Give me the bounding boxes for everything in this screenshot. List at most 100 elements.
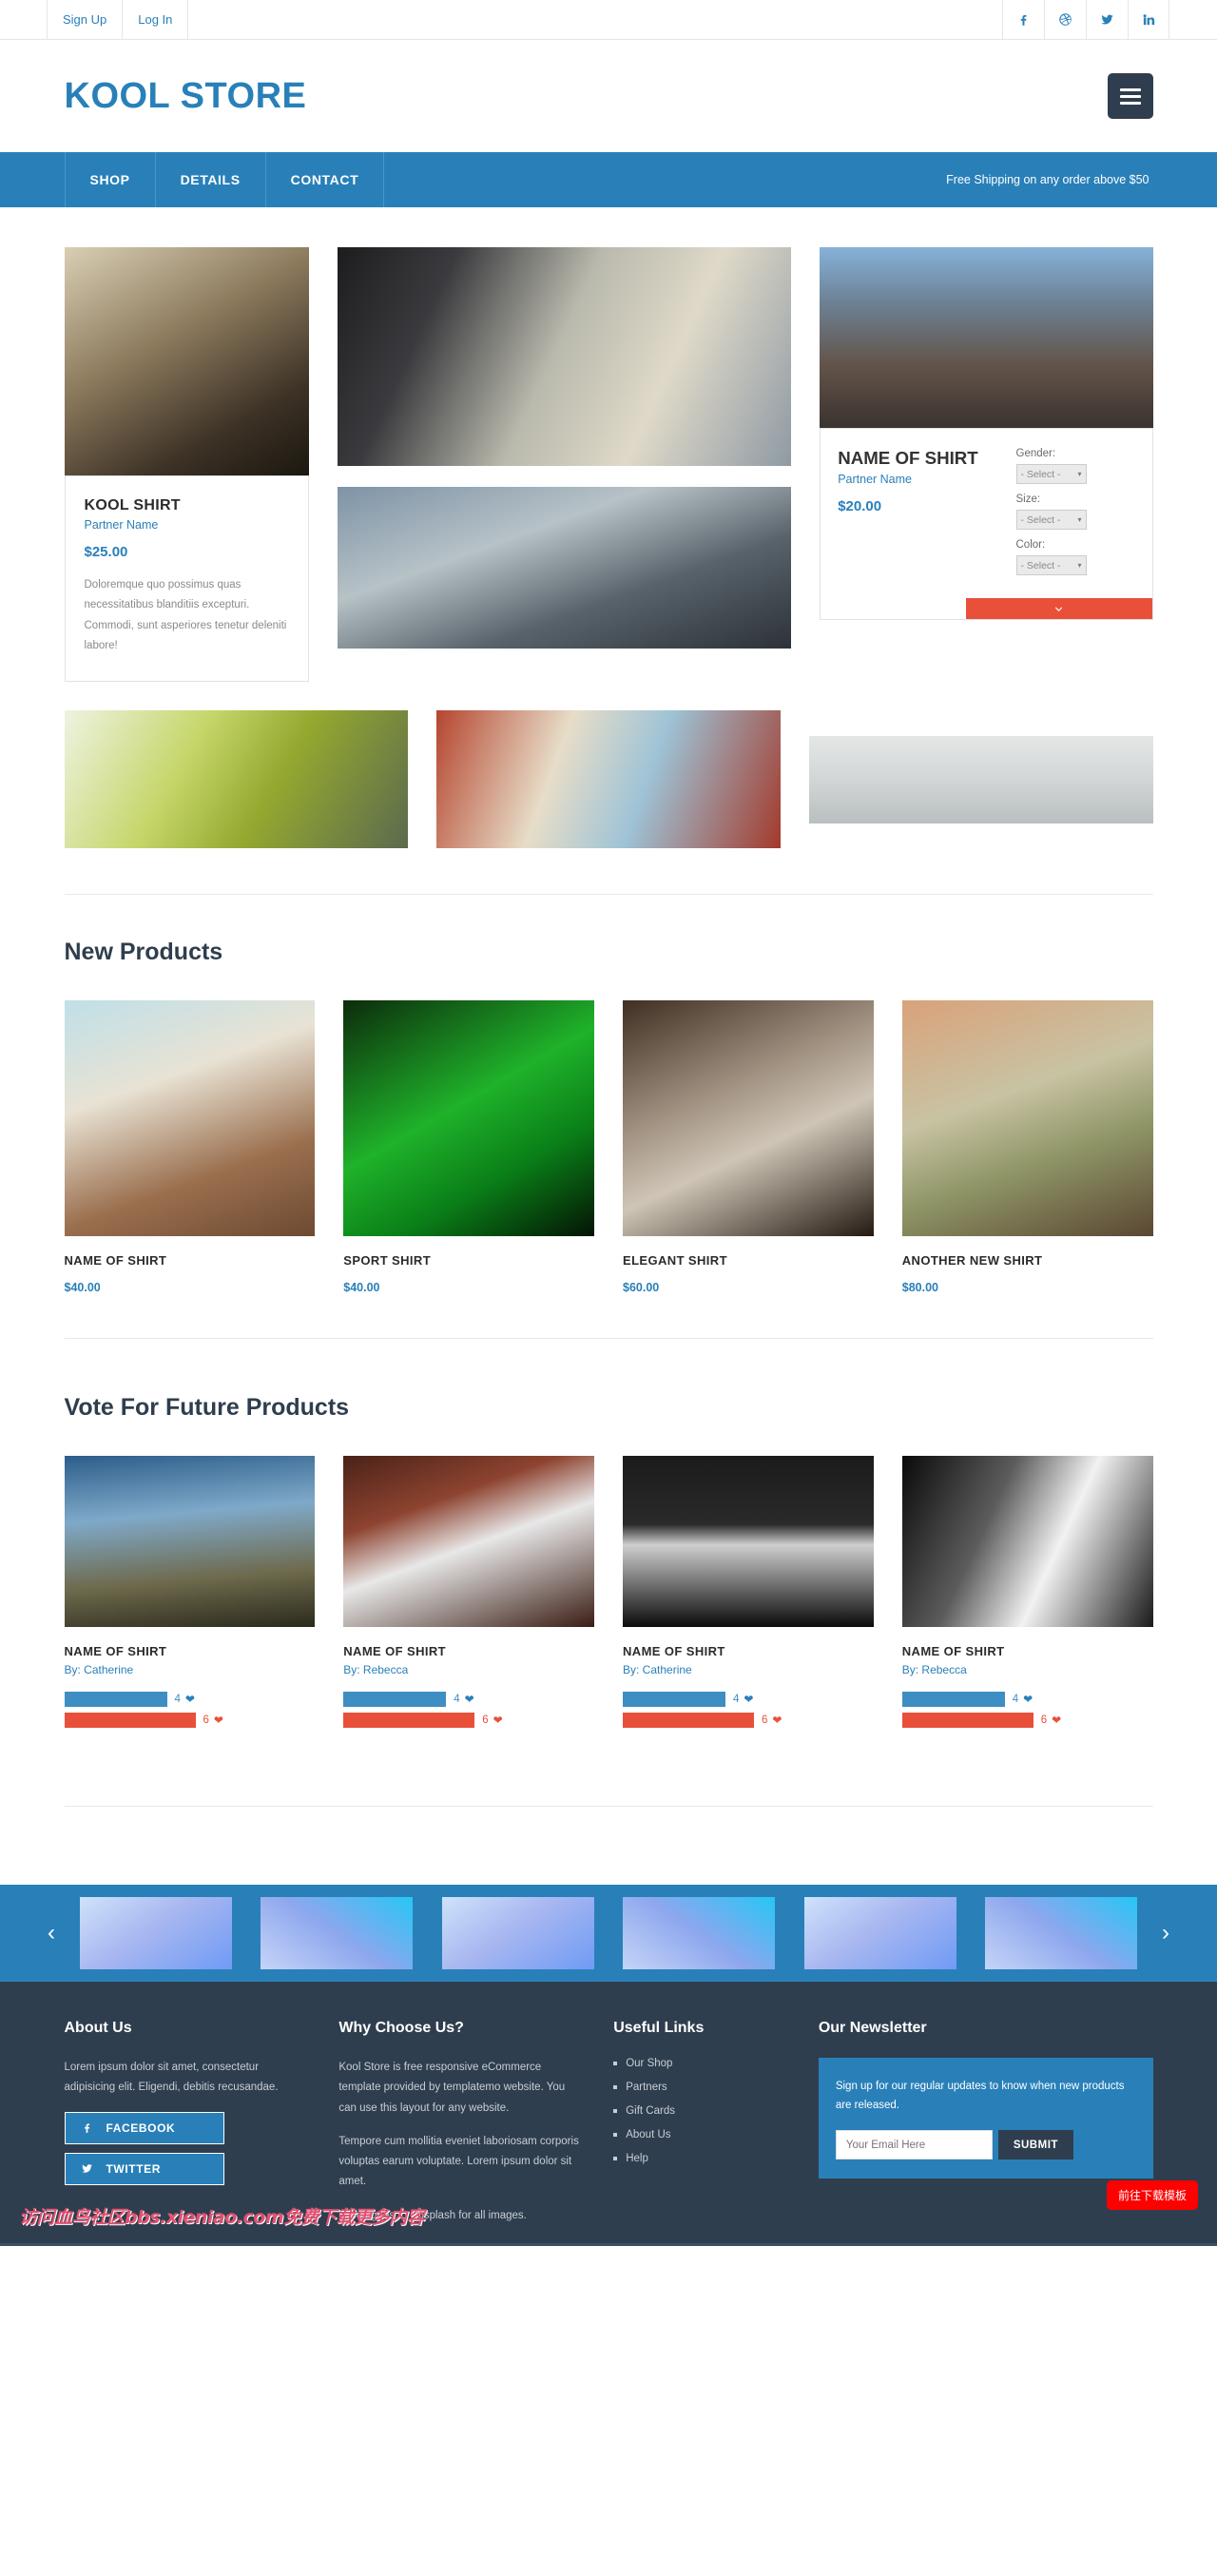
twitter-icon[interactable] — [1086, 0, 1128, 39]
hero-image-mixer[interactable] — [338, 247, 792, 466]
vote-image[interactable] — [343, 1456, 594, 1628]
footer-link-label: About Us — [626, 2129, 671, 2141]
vote-bars: 4 ❤ 6 ❤ — [64, 1692, 316, 1729]
footer-link-list: Our Shop Partners Gift Cards About Us He… — [613, 2058, 790, 2164]
heart-icon: ❤ — [744, 1693, 754, 1707]
newsletter-text: Sign up for our regular updates to know … — [835, 2081, 1125, 2112]
size-select[interactable]: - Select - ▾ — [1015, 510, 1087, 530]
vote-up-row[interactable]: 4 ❤ — [623, 1692, 874, 1708]
color-select[interactable]: - Select - ▾ — [1015, 555, 1087, 575]
featured-price: $25.00 — [84, 544, 128, 560]
vote-down-row[interactable]: 6 ❤ — [901, 1713, 1153, 1729]
size-label: Size: — [1015, 494, 1041, 505]
footer-link-partners[interactable]: Partners — [613, 2082, 790, 2093]
chevron-right-icon[interactable]: › — [1152, 1920, 1179, 1947]
thumb-leaf[interactable] — [64, 710, 409, 849]
footer-link-gift-cards[interactable]: Gift Cards — [613, 2105, 790, 2117]
product-name: NAME OF SHIRT — [64, 1253, 167, 1269]
footer-link-about-us[interactable]: About Us — [613, 2129, 790, 2140]
footer-links-title: Useful Links — [613, 2020, 705, 2037]
thumb-alley[interactable] — [436, 710, 781, 849]
chevron-down-icon — [1054, 606, 1063, 611]
vote-card: NAME OF SHIRT By: Rebecca 4 ❤ 6 ❤ — [343, 1456, 594, 1733]
size-select-value: - Select - — [1020, 513, 1061, 526]
options-product-image[interactable] — [820, 247, 1153, 428]
vote-up-row[interactable]: 4 ❤ — [343, 1692, 594, 1708]
vote-bars: 4 ❤ 6 ❤ — [623, 1692, 874, 1729]
color-label: Color: — [1015, 539, 1046, 551]
menu-bar-1 — [1119, 87, 1141, 91]
new-products-section: New Products NAME OF SHIRT $40.00 SPORT … — [64, 895, 1153, 1383]
vote-up-bar — [623, 1692, 725, 1708]
vote-down-row[interactable]: 6 ❤ — [623, 1713, 874, 1729]
footer-link-label: Gift Cards — [626, 2105, 675, 2118]
email-field[interactable] — [835, 2130, 993, 2160]
footer-link-our-shop[interactable]: Our Shop — [613, 2058, 790, 2069]
vote-down-row[interactable]: 6 ❤ — [64, 1713, 316, 1729]
featured-partner-name[interactable]: Partner Name — [85, 518, 290, 532]
vote-image[interactable] — [623, 1456, 874, 1628]
thumb-sea[interactable] — [808, 736, 1153, 824]
chevron-down-icon: ▾ — [1077, 561, 1082, 570]
featured-product-card: KOOL SHIRT Partner Name $25.00 Doloremqu… — [64, 475, 310, 683]
gender-select[interactable]: - Select - ▾ — [1015, 464, 1087, 484]
twitter-button[interactable]: TWITTER — [64, 2152, 224, 2185]
facebook-icon[interactable] — [1002, 0, 1044, 39]
heart-icon: ❤ — [184, 1693, 195, 1707]
linkedin-icon[interactable] — [1128, 0, 1169, 39]
twitter-icon — [81, 2164, 92, 2173]
vote-down-count: 6 — [482, 1714, 489, 1727]
partner-carousel: ‹ › — [0, 1885, 1217, 1983]
facebook-button[interactable]: FACEBOOK — [64, 2111, 224, 2144]
featured-product-column: KOOL SHIRT Partner Name $25.00 Doloremqu… — [64, 247, 310, 683]
vote-up-count: 4 — [174, 1694, 181, 1706]
product-price: $40.00 — [343, 1281, 380, 1295]
featured-product-image[interactable] — [64, 247, 310, 475]
vote-down-count: 6 — [203, 1714, 209, 1727]
hero-image-street[interactable] — [338, 487, 792, 649]
section-divider — [64, 1806, 1153, 1808]
product-image[interactable] — [623, 1000, 874, 1237]
login-link[interactable]: Log In — [122, 0, 189, 39]
add-to-cart-button[interactable] — [965, 598, 1152, 619]
vote-up-row[interactable]: 4 ❤ — [64, 1692, 316, 1708]
heart-icon: ❤ — [772, 1714, 782, 1728]
nav-item-shop[interactable]: SHOP — [64, 152, 155, 207]
product-image[interactable] — [64, 1000, 316, 1237]
hamburger-menu-icon[interactable] — [1107, 73, 1153, 119]
facebook-icon — [84, 2123, 89, 2134]
download-template-button[interactable]: 前往下载模板 — [1106, 2180, 1198, 2211]
vote-image[interactable] — [64, 1456, 316, 1628]
carousel-slide[interactable] — [261, 1897, 414, 1970]
vote-down-bar — [343, 1713, 475, 1729]
vote-image[interactable] — [901, 1456, 1153, 1628]
carousel-slide[interactable] — [80, 1897, 232, 1970]
footer-link-help[interactable]: Help — [613, 2153, 790, 2164]
carousel-slide[interactable] — [441, 1897, 594, 1970]
submit-button[interactable]: SUBMIT — [997, 2130, 1073, 2160]
footer-about-text: Lorem ipsum dolor sit amet, consectetur … — [64, 2062, 279, 2094]
product-image[interactable] — [901, 1000, 1153, 1237]
footer-bottom-line — [0, 2243, 1217, 2247]
vote-up-bar — [343, 1692, 447, 1708]
vote-author: By: Rebecca — [901, 1663, 967, 1677]
chevron-left-icon[interactable]: ‹ — [38, 1920, 65, 1947]
product-image[interactable] — [343, 1000, 594, 1237]
carousel-slide[interactable] — [803, 1897, 956, 1970]
heart-icon: ❤ — [1052, 1714, 1062, 1728]
signup-link[interactable]: Sign Up — [47, 0, 124, 39]
vote-down-count: 6 — [762, 1714, 768, 1727]
carousel-slide[interactable] — [984, 1897, 1137, 1970]
vote-up-bar — [901, 1692, 1005, 1708]
vote-products-title: Vote For Future Products — [64, 1394, 350, 1422]
carousel-slide[interactable] — [623, 1897, 776, 1970]
nav-item-contact[interactable]: CONTACT — [264, 152, 385, 207]
heart-icon: ❤ — [464, 1693, 474, 1707]
vote-down-row[interactable]: 6 ❤ — [343, 1713, 594, 1729]
nav-item-details[interactable]: DETAILS — [154, 152, 265, 207]
dribbble-icon[interactable] — [1044, 0, 1086, 39]
product-card: ELEGANT SHIRT $60.00 — [623, 1000, 874, 1294]
vote-up-row[interactable]: 4 ❤ — [901, 1692, 1153, 1708]
options-partner-name[interactable]: Partner Name — [838, 473, 998, 486]
